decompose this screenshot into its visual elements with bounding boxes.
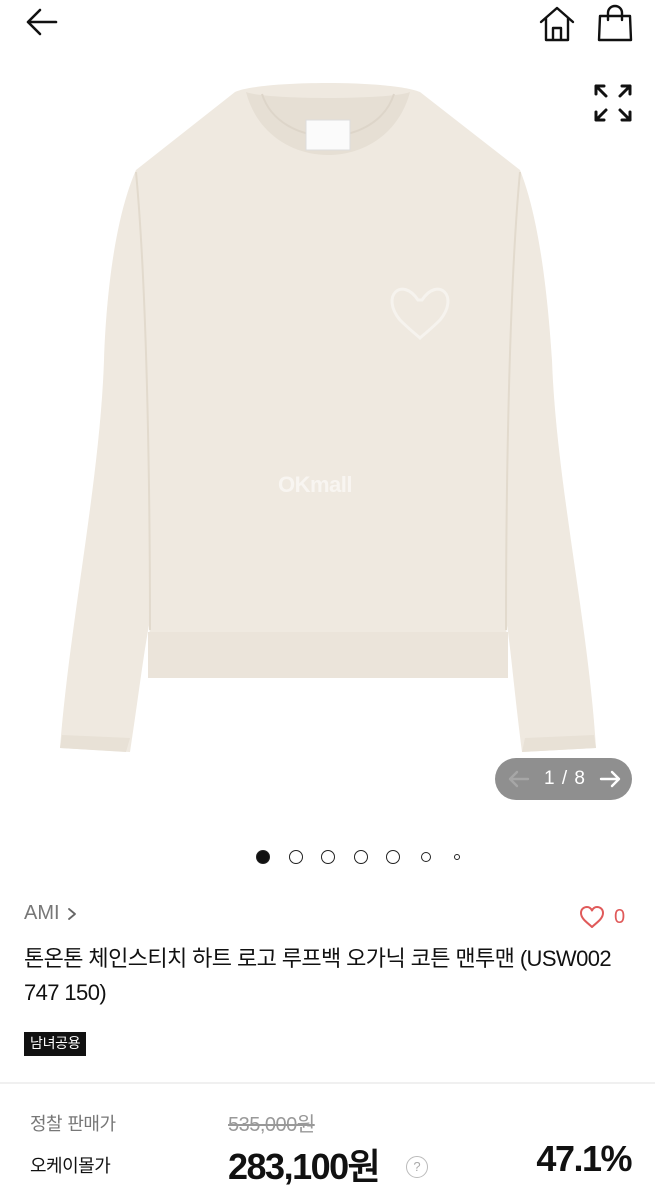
watermark: OKmall xyxy=(278,472,353,497)
product-title: 톤온톤 체인스티치 하트 로고 루프백 오가닉 코튼 맨투맨 (USW002 7… xyxy=(24,946,612,1005)
sale-price-label: 오케이몰가 xyxy=(30,1156,111,1177)
product-image-gallery[interactable]: OKmall xyxy=(0,48,655,838)
gender-badge: 남녀공용 xyxy=(24,1032,87,1056)
pager-dot-active[interactable] xyxy=(256,850,270,864)
top-app-bar xyxy=(0,0,655,48)
wishlist-button[interactable]: 0 xyxy=(578,904,625,930)
pager-dot[interactable] xyxy=(321,850,335,864)
previous-image-button[interactable] xyxy=(505,765,533,793)
image-pager xyxy=(252,848,472,866)
home-button[interactable] xyxy=(536,2,578,44)
heart-icon xyxy=(580,906,604,928)
brand-link[interactable]: AMI xyxy=(24,902,78,925)
discount-rate: 47.1% xyxy=(536,1138,632,1179)
cart-button[interactable] xyxy=(594,2,636,44)
image-counter-text: 1 / 8 xyxy=(544,768,586,789)
arrow-left-icon xyxy=(508,770,530,788)
pager-dot[interactable] xyxy=(386,850,400,864)
home-icon xyxy=(539,6,575,42)
back-button[interactable] xyxy=(22,2,62,42)
expand-icon xyxy=(594,84,632,122)
expand-button[interactable] xyxy=(590,80,636,126)
regular-price-label: 정찰 판매가 xyxy=(30,1114,116,1135)
pager-dot[interactable] xyxy=(421,852,431,862)
arrow-right-icon xyxy=(599,770,621,788)
arrow-left-icon xyxy=(26,8,58,36)
brand-name: AMI xyxy=(24,902,60,924)
wishlist-count: 0 xyxy=(614,905,626,928)
image-counter: 1 / 8 xyxy=(495,758,632,800)
regular-price: 535,000원 xyxy=(228,1114,315,1136)
pager-dot[interactable] xyxy=(354,850,368,864)
sweatshirt-image xyxy=(60,83,596,752)
next-image-button[interactable] xyxy=(596,765,624,793)
shopping-bag-icon xyxy=(597,4,633,42)
pager-dot[interactable] xyxy=(454,854,460,860)
sale-price: 283,100원 xyxy=(228,1146,381,1187)
chevron-right-icon xyxy=(67,907,76,920)
section-divider xyxy=(0,1082,655,1084)
pager-dot[interactable] xyxy=(289,850,303,864)
price-help-button[interactable]: ? xyxy=(406,1156,428,1178)
